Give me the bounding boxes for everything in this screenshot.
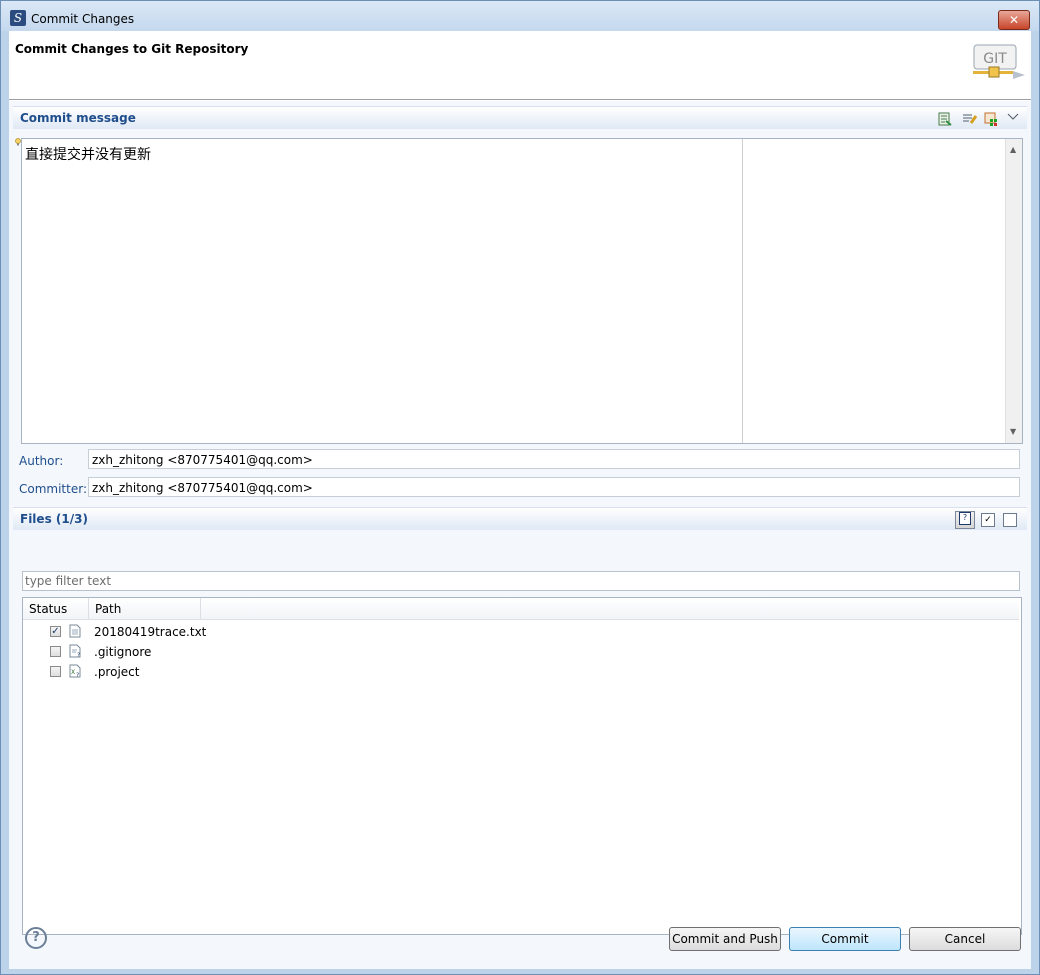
add-signoff-icon[interactable] (983, 111, 999, 127)
title-bar[interactable]: S Commit Changes ✕ (1, 1, 1039, 31)
svg-text:X: X (71, 669, 75, 676)
committer-label: Committer: (19, 482, 87, 496)
commit-message-text[interactable]: 直接提交并没有更新 (25, 144, 151, 164)
close-button[interactable]: ✕ (998, 10, 1030, 30)
dialog-heading: Commit Changes to Git Repository (15, 42, 249, 56)
commit-message-section-header: Commit message (13, 106, 1027, 129)
author-field[interactable]: zxh_zhitong <870775401@qq.com> (88, 449, 1020, 469)
text-file-icon (69, 624, 81, 638)
view-menu-icon[interactable] (1005, 109, 1021, 125)
commit-and-push-button[interactable]: Commit and Push (669, 927, 781, 951)
help-icon[interactable]: ? (25, 927, 47, 949)
svg-text:?: ? (76, 672, 79, 678)
window-title: Commit Changes (31, 12, 135, 26)
table-row[interactable]: X ? .project (23, 662, 1019, 682)
path-column-header[interactable]: Path (89, 598, 201, 620)
status-column-header[interactable]: Status (23, 598, 89, 620)
dialog-client: Commit Changes to Git Repository GIT Com… (9, 31, 1031, 969)
editor-margin-line (742, 139, 743, 443)
committer-field[interactable]: zxh_zhitong <870775401@qq.com> (88, 477, 1020, 497)
xml-file-icon: X ? (69, 664, 81, 678)
files-table: Status Path ✓ 20180419trace.txt ? .gitig… (22, 597, 1022, 935)
files-title: Files (1/3) (20, 512, 88, 526)
dialog-body: Commit message 直接提交并没有更新 ▲ ▼ Author: zxh… (9, 101, 1031, 969)
table-row[interactable]: ✓ 20180419trace.txt (23, 622, 1019, 642)
scroll-down-icon[interactable]: ▼ (1010, 427, 1016, 436)
filler-column-header (201, 598, 1019, 620)
svg-text:?: ? (77, 652, 80, 658)
previous-messages-icon[interactable] (937, 111, 953, 127)
app-icon: S (10, 10, 26, 26)
git-logo-text: GIT (983, 51, 1007, 67)
file-path: .project (94, 665, 140, 679)
editor-scrollbar[interactable]: ▲ ▼ (1005, 139, 1022, 443)
dialog-header: Commit Changes to Git Repository GIT (9, 31, 1031, 100)
file-checkbox[interactable] (50, 646, 61, 657)
files-section-header: Files (1/3) ? ✓ (13, 507, 1027, 530)
file-path: 20180419trace.txt (94, 625, 207, 639)
commit-button[interactable]: Commit (789, 927, 901, 951)
commit-message-editor[interactable]: 直接提交并没有更新 ▲ ▼ (21, 138, 1023, 444)
deselect-all-icon[interactable] (1003, 513, 1017, 527)
file-path: .gitignore (94, 645, 152, 659)
commit-dialog: S Commit Changes ✕ Commit Changes to Git… (0, 0, 1040, 975)
cancel-button[interactable]: Cancel (909, 927, 1021, 951)
file-checkbox-checked[interactable]: ✓ (50, 626, 61, 637)
file-filter-input[interactable]: type filter text (22, 571, 1020, 591)
scroll-up-icon[interactable]: ▲ (1010, 145, 1016, 154)
git-logo-icon: GIT (973, 44, 1025, 79)
author-label: Author: (19, 454, 64, 468)
file-checkbox[interactable] (50, 666, 61, 677)
table-row[interactable]: ? .gitignore (23, 642, 1019, 662)
select-all-icon[interactable]: ✓ (981, 513, 995, 527)
commit-message-title: Commit message (20, 111, 136, 125)
untracked-file-icon: ? (69, 644, 81, 658)
format-message-icon[interactable] (961, 111, 977, 127)
untracked-question-icon: ? (959, 512, 971, 525)
show-untracked-toggle[interactable]: ? (955, 511, 975, 529)
